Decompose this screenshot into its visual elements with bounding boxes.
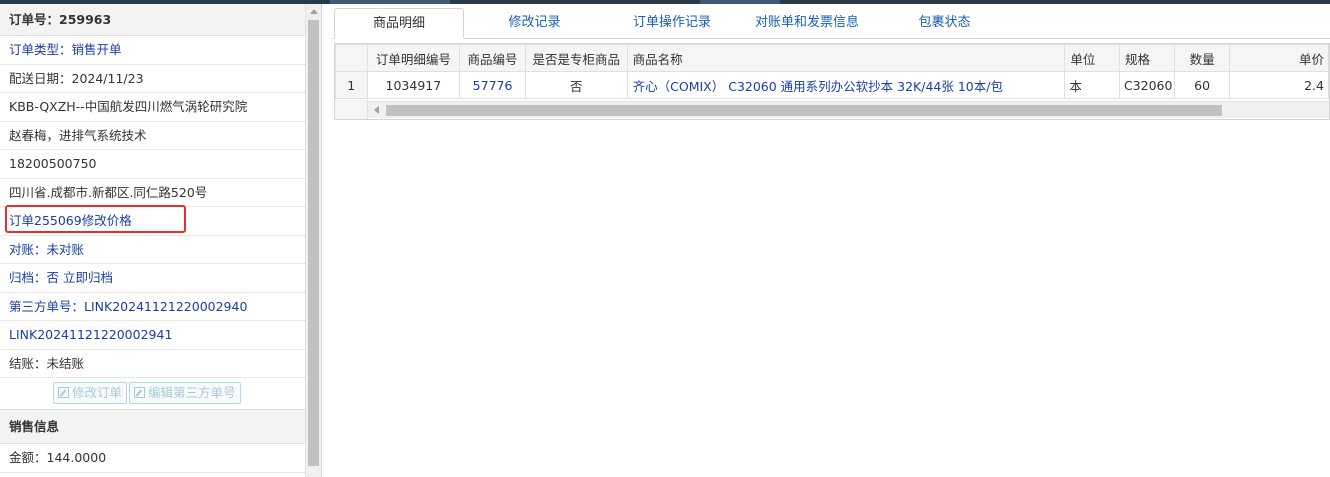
tab-change-log[interactable]: 修改记录 (472, 8, 597, 38)
tab-invoice-info[interactable]: 对账单和发票信息 (742, 8, 872, 38)
archive-label: 归档： (9, 270, 47, 285)
settle-label: 结账： (9, 355, 47, 371)
scroll-thumb[interactable] (308, 20, 319, 466)
product-grid: 订单明细编号 商品编号 是否是专柜商品 商品名称 单位 规格 数量 单价 1 1… (334, 43, 1330, 120)
order-type-label: 订单类型： (9, 42, 72, 57)
product-id-link[interactable]: 57776 (459, 71, 526, 99)
qty-cell: 60 (1173, 71, 1231, 99)
product-table: 订单明细编号 商品编号 是否是专柜商品 商品名称 单位 规格 数量 单价 1 1… (335, 44, 1329, 99)
edit-third-party-label: 编辑第三方单号 (148, 385, 236, 400)
product-name-link[interactable]: 齐心（COMIX） C32060 通用系列办公软抄本 32K/44张 10本/包 (626, 71, 1066, 99)
header-detail-id[interactable]: 订单明细编号 (366, 44, 461, 72)
header-product-name[interactable]: 商品名称 (626, 44, 1066, 72)
spec-cell: C32060 (1118, 71, 1175, 99)
delivery-address: 四川省.成都市.新都区.同仁路520号 (0, 179, 305, 207)
unit-cell: 本 (1064, 71, 1120, 99)
counter-cell: 否 (524, 71, 628, 99)
scroll-up-icon[interactable] (310, 9, 318, 14)
table-header-row: 订单明细编号 商品编号 是否是专柜商品 商品名称 单位 规格 数量 单价 (335, 44, 1329, 72)
third-party-row: 第三方单号：LINK20241121220002940 (0, 293, 305, 321)
reconcile-value: 未对账 (46, 241, 85, 257)
action-buttons: 修改订单 编辑第三方单号 (0, 378, 305, 410)
order-info-content: 订单号：259963 订单类型：销售开单 配送日期：2024/11/23 KBB… (0, 4, 305, 477)
order-type-value: 销售开单 (71, 42, 122, 57)
contact-phone: 18200500750 (0, 150, 305, 179)
archive-row: 归档：否 立即归档 (0, 264, 305, 293)
third-party-number-2: LINK20241121220002941 (0, 321, 305, 350)
order-number: 订单号：259963 (0, 4, 305, 36)
archive-link[interactable]: 否 立即归档 (47, 270, 113, 285)
tab-package-status[interactable]: 包裹状态 (882, 8, 1007, 38)
header-counter[interactable]: 是否是专柜商品 (524, 44, 628, 72)
tab-product-detail[interactable]: 商品明细 (334, 8, 464, 39)
customer-name: KBB-QXZH--中国航发四川燃气涡轮研究院 (0, 93, 305, 122)
header-qty[interactable]: 数量 (1173, 44, 1231, 72)
header-price[interactable]: 单价 (1229, 44, 1329, 72)
header-product-id[interactable]: 商品编号 (459, 44, 526, 72)
third-party-label: 第三方单号： (9, 298, 85, 314)
highlight-annotation (5, 205, 186, 233)
reconcile-label: 对账： (9, 241, 47, 257)
order-info-panel: 订单号：259963 订单类型：销售开单 配送日期：2024/11/23 KBB… (0, 4, 322, 477)
header-unit[interactable]: 单位 (1064, 44, 1120, 72)
tab-bar: 商品明细 修改记录 订单操作记录 对账单和发票信息 包裹状态 (332, 6, 1330, 39)
edit-icon (134, 387, 146, 398)
grid-horizontal-scrollbar[interactable] (368, 101, 1329, 118)
contact-person: 赵春梅，进排气系统技术 (0, 122, 305, 150)
edit-icon (58, 387, 69, 398)
sales-amount: 金额：144.0000 (0, 444, 305, 473)
price-cell: 2.4 (1229, 71, 1329, 99)
tab-operation-log[interactable]: 订单操作记录 (607, 8, 737, 38)
delivery-date: 配送日期：2024/11/23 (0, 65, 305, 93)
rownum-gutter (335, 100, 368, 119)
detail-id-cell: 1034917 (366, 71, 461, 99)
edit-third-party-button[interactable]: 编辑第三方单号 (129, 382, 241, 404)
left-vertical-scrollbar[interactable] (305, 4, 321, 477)
settle-value: 未结账 (46, 355, 85, 371)
header-rownum (335, 44, 368, 72)
horizontal-scroll-thumb[interactable] (386, 105, 1222, 116)
third-party-number-1: LINK20241121220002940 (84, 298, 248, 314)
edit-order-button[interactable]: 修改订单 (53, 382, 128, 404)
header-spec[interactable]: 规格 (1118, 44, 1175, 72)
detail-panel: 商品明细 修改记录 订单操作记录 对账单和发票信息 包裹状态 订单明细编号 商品… (332, 4, 1330, 477)
table-row[interactable]: 1 1034917 57776 否 齐心（COMIX） C32060 通用系列办… (335, 71, 1329, 99)
sales-info-title: 销售信息 (0, 410, 305, 444)
order-type-row: 订单类型：销售开单 (0, 36, 305, 65)
scroll-left-icon[interactable] (374, 106, 379, 114)
row-number: 1 (335, 71, 368, 99)
settle-row: 结账：未结账 (0, 350, 305, 378)
edit-order-label: 修改订单 (72, 385, 123, 400)
reconcile-row: 对账：未对账 (0, 236, 305, 264)
